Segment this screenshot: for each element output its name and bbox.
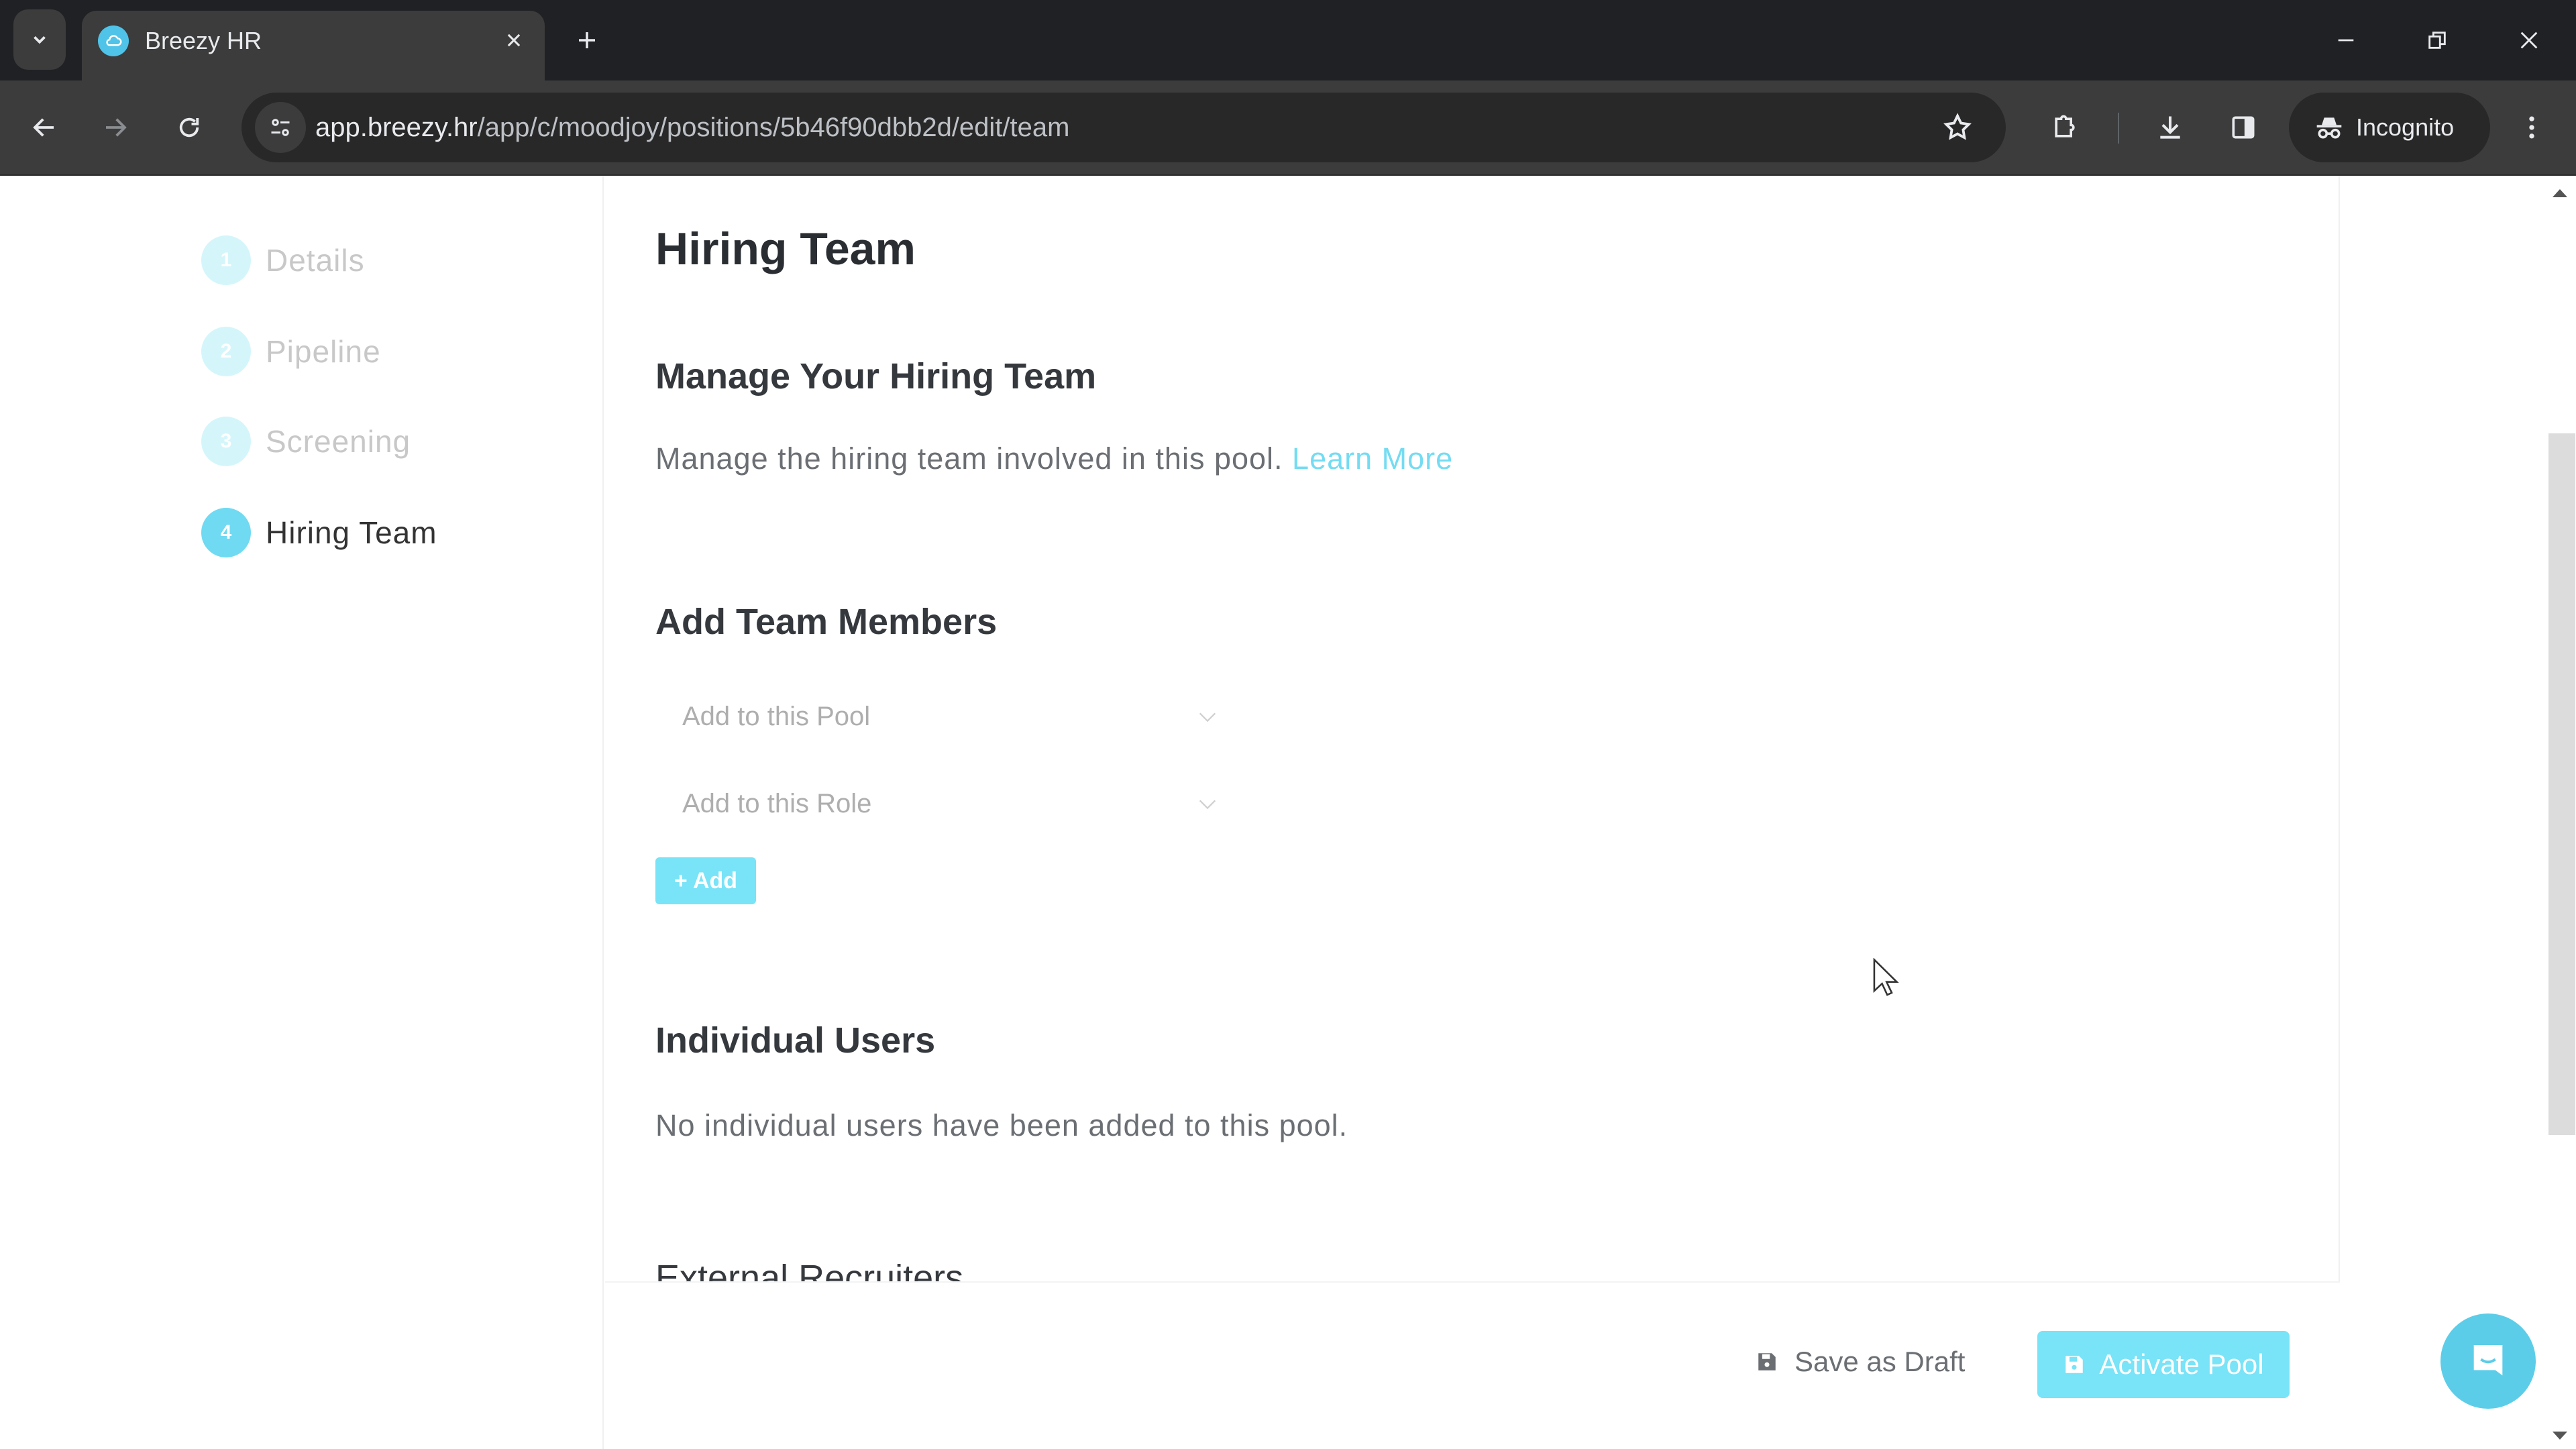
step-hiring-team[interactable]: 4 Hiring Team: [201, 506, 437, 559]
browser-tab-active[interactable]: Breezy HR: [82, 11, 545, 80]
restore-button[interactable]: [2407, 13, 2467, 67]
activate-pool-label: Activate Pool: [2099, 1348, 2264, 1380]
step-label: Pipeline: [266, 334, 381, 369]
side-panel-button[interactable]: [2218, 102, 2269, 153]
add-team-members-heading: Add Team Members: [655, 602, 998, 642]
page-title: Hiring Team: [655, 223, 916, 274]
chevron-down-icon: [34, 36, 46, 44]
scroll-up-arrow[interactable]: [2553, 189, 2567, 197]
new-tab-button[interactable]: [567, 20, 607, 60]
close-window-button[interactable]: [2499, 13, 2559, 67]
incognito-icon: [2316, 117, 2342, 139]
main-content: Hiring Team Manage Your Hiring Team Mana…: [605, 176, 2340, 1449]
side-panel-icon: [2232, 116, 2255, 139]
page-scrollbar[interactable]: [2546, 176, 2576, 1449]
activate-pool-button[interactable]: Activate Pool: [2037, 1331, 2290, 1398]
incognito-label: Incognito: [2356, 113, 2455, 141]
chevron-down-icon: [1199, 712, 1216, 722]
browser-toolbar: app.breezy.hr/app/c/moodjoy/positions/5b…: [0, 80, 2576, 176]
tune-icon: [271, 119, 290, 136]
floppy-disk-icon: [1758, 1353, 1776, 1371]
close-tab-button[interactable]: [495, 21, 533, 59]
description-text: Manage the hiring team involved in this …: [655, 441, 1283, 476]
step-label: Hiring Team: [266, 515, 437, 550]
screen: Breezy HR app.breezy.hr/app/c/moodjoy/po…: [0, 0, 2576, 1449]
step-pipeline[interactable]: 2 Pipeline: [201, 325, 381, 378]
tab-title: Breezy HR: [145, 27, 262, 54]
forward-button[interactable]: [90, 102, 141, 153]
floppy-disk-icon: [2065, 1356, 2084, 1373]
url-host: app.breezy.hr: [315, 113, 478, 142]
url-path: /app/c/moodjoy/positions/5b46f90dbb2d/ed…: [477, 113, 1070, 142]
extensions-button[interactable]: [2039, 102, 2090, 153]
incognito-badge[interactable]: Incognito: [2289, 93, 2490, 162]
individual-users-empty-text: No individual users have been added to t…: [655, 1108, 1348, 1142]
arrow-right-icon: [106, 118, 127, 137]
close-icon: [2520, 32, 2538, 49]
chat-widget-button[interactable]: [2440, 1313, 2536, 1409]
minimize-icon: [2338, 39, 2354, 42]
step-number-badge: 1: [201, 235, 251, 285]
reload-icon: [179, 117, 199, 138]
pool-select-placeholder: Add to this Pool: [682, 701, 871, 731]
step-label: Screening: [266, 424, 411, 459]
step-label: Details: [266, 243, 365, 278]
save-draft-label: Save as Draft: [1794, 1346, 1966, 1377]
pool-select[interactable]: Add to this Pool: [655, 683, 1232, 750]
add-member-button[interactable]: + Add: [655, 857, 756, 904]
step-number-badge: 3: [201, 417, 251, 466]
back-button[interactable]: [19, 102, 70, 153]
external-recruiters-heading-text: External Recruiters: [655, 1258, 964, 1281]
arrow-left-icon: [33, 118, 54, 137]
manage-team-heading: Manage Your Hiring Team: [655, 356, 1097, 396]
toolbar-separator: [2118, 113, 2119, 144]
puzzle-icon: [2055, 115, 2075, 138]
wizard-steps-sidebar: 1 Details 2 Pipeline 3 Screening 4 Hirin…: [0, 176, 604, 1449]
chat-icon: [2473, 1345, 2503, 1376]
individual-users-heading: Individual Users: [655, 1020, 936, 1061]
plus-icon: [579, 32, 595, 48]
step-details[interactable]: 1 Details: [201, 233, 365, 287]
minimize-button[interactable]: [2316, 13, 2376, 67]
step-number-badge: 2: [201, 327, 251, 376]
url-text[interactable]: app.breezy.hr/app/c/moodjoy/positions/5b…: [315, 113, 1069, 143]
close-icon: [507, 34, 521, 47]
breezy-cloud-icon: [98, 25, 129, 56]
external-recruiters-heading: External Recruiters: [655, 1257, 1192, 1281]
scroll-thumb[interactable]: [2548, 433, 2575, 1135]
manage-team-description: Manage the hiring team involved in this …: [655, 441, 1453, 476]
browser-menu-button[interactable]: [2506, 102, 2557, 153]
download-icon: [2160, 116, 2180, 139]
role-select[interactable]: Add to this Role: [655, 770, 1232, 837]
step-screening[interactable]: 3 Screening: [201, 415, 411, 468]
bookmark-button[interactable]: [1937, 107, 1978, 148]
kebab-menu-icon: [2529, 116, 2534, 139]
wizard-footer: Save as Draft Activate Pool: [605, 1281, 2340, 1449]
star-icon: [1943, 113, 1972, 140]
step-number-badge: 4: [201, 508, 251, 557]
site-info-button[interactable]: [255, 102, 306, 153]
chevron-down-icon: [1199, 800, 1216, 810]
save-draft-button[interactable]: Save as Draft: [1756, 1328, 1965, 1395]
downloads-button[interactable]: [2145, 102, 2196, 153]
reload-button[interactable]: [164, 102, 215, 153]
tab-search-button[interactable]: [13, 9, 66, 70]
tab-strip: Breezy HR: [0, 0, 2576, 80]
learn-more-link[interactable]: Learn More: [1292, 441, 1453, 476]
page: 1 Details 2 Pipeline 3 Screening 4 Hirin…: [0, 176, 2576, 1449]
mouse-cursor-icon: [1873, 958, 1899, 996]
address-bar[interactable]: app.breezy.hr/app/c/moodjoy/positions/5b…: [241, 93, 2006, 162]
role-select-placeholder: Add to this Role: [682, 788, 872, 818]
scroll-down-arrow[interactable]: [2553, 1432, 2567, 1440]
restore-icon: [2428, 32, 2446, 49]
